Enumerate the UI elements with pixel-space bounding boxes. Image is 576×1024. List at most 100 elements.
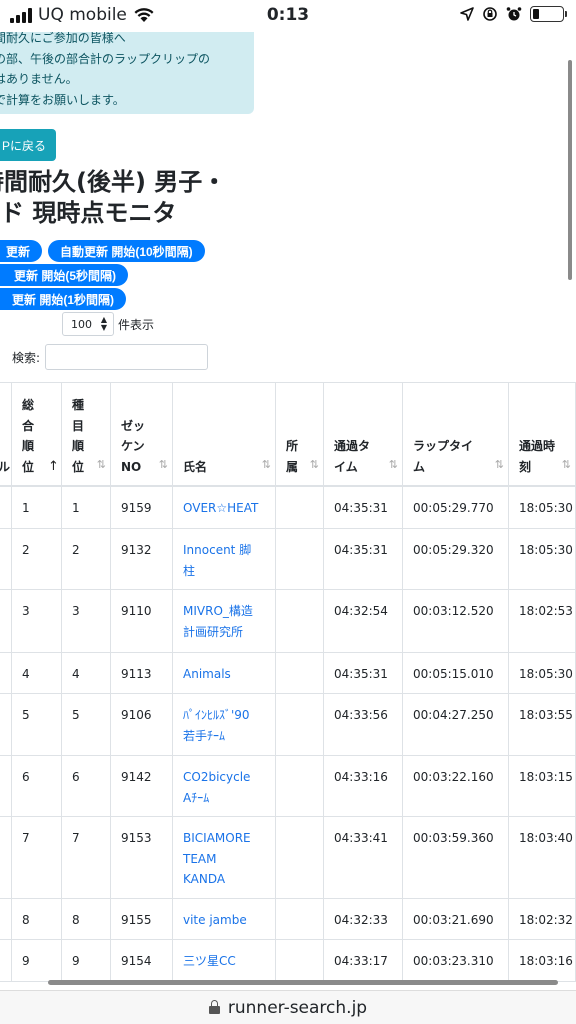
sort-icon: ⇅ (561, 457, 571, 471)
col-bib-cell: 9154 (111, 940, 173, 981)
col-rank-label-cell (0, 653, 12, 693)
col-affiliation-header[interactable]: 所 属 ⇅ (276, 383, 324, 487)
sort-icon: ⇅ (388, 457, 398, 471)
col-event-rank-cell: 7 (62, 817, 111, 898)
notice-line: 載はありません。 (0, 72, 78, 86)
col-bib-header[interactable]: ゼッ ケン NO ⇅ (111, 383, 173, 487)
col-name-cell[interactable]: Animals (173, 653, 276, 693)
table-row: 8 8 9155 vite jambe 04:32:33 00:03:21.690 18:0… (0, 899, 576, 940)
col-pass-time-cell: 04:33:17 (324, 940, 403, 981)
header-label: 総 合 順 位 (22, 398, 35, 474)
col-lap-time-cell: 00:05:15.010 (403, 653, 509, 693)
col-lap-time-cell: 00:05:29.770 (403, 487, 509, 528)
col-overall-rank-cell: 9 (12, 940, 62, 981)
auto-refresh-1s-button[interactable]: 更新 開始(1秒間隔) (0, 288, 126, 310)
col-overall-rank-header[interactable]: 総 合 順 位 ↑ (12, 383, 62, 487)
sort-icon: ⇅ (494, 457, 504, 471)
page-title-line2: ード 現時点モニタ (0, 199, 177, 227)
col-pass-clock-cell: 18:03:15 (509, 756, 576, 816)
col-name-cell[interactable]: MIVRO_構造 計画研究所 (173, 590, 276, 652)
col-name-header[interactable]: 氏名 ⇅ (173, 383, 276, 487)
horizontal-scrollbar[interactable] (48, 980, 558, 985)
col-affiliation-cell (276, 817, 324, 898)
col-pass-clock-cell: 18:05:30 (509, 529, 576, 589)
select-arrows-icon: ▲ ▼ (100, 315, 107, 332)
col-pass-time-header[interactable]: 通過タ イム ⇅ (324, 383, 403, 487)
vertical-scrollbar[interactable] (568, 60, 572, 280)
col-bib-cell: 9110 (111, 590, 173, 652)
col-pass-clock-cell: 18:03:40 (509, 817, 576, 898)
lock-icon (208, 999, 220, 1014)
sort-icon: ⇅ (96, 457, 106, 471)
sort-icon: ⇅ (309, 457, 319, 471)
col-name-cell[interactable]: CO2bicycle Aﾁｰﾑ (173, 756, 276, 816)
col-lap-time-cell: 00:03:12.520 (403, 590, 509, 652)
col-overall-rank-cell: 2 (12, 529, 62, 589)
page-title-line1: 時間耐久(後半) 男子・ (0, 168, 227, 196)
col-rank-label-cell (0, 694, 12, 755)
col-pass-clock-cell: 18:03:55 (509, 694, 576, 755)
header-label: ゼッ ケン NO (121, 418, 146, 474)
col-overall-rank-cell: 5 (12, 694, 62, 755)
stop-refresh-button[interactable]: 」更新 (0, 240, 42, 262)
sort-icon: ⇅ (158, 457, 168, 471)
col-event-rank-cell: 4 (62, 653, 111, 693)
col-pass-time-cell: 04:35:31 (324, 487, 403, 528)
table-row: 3 3 9110 MIVRO_構造 計画研究所 04:32:54 00:03:12.520… (0, 590, 576, 653)
table-row: 2 2 9132 Innocent 脚 柱 04:35:31 00:05:29.320 18… (0, 529, 576, 590)
col-lap-time-cell: 00:04:27.250 (403, 694, 509, 755)
col-event-rank-cell: 1 (62, 487, 111, 528)
notice-line: 前の部、午後の部合計のラップクリップの (0, 51, 211, 66)
col-event-rank-header[interactable]: 種 目 順 位 ⇅ (62, 383, 111, 487)
col-name-cell[interactable]: 三ツ星CC (173, 940, 276, 981)
col-event-rank-cell: 8 (62, 899, 111, 939)
col-pass-time-cell: 04:33:56 (324, 694, 403, 755)
col-affiliation-cell (276, 487, 324, 528)
search-label: 検索: (12, 351, 41, 365)
col-pass-clock-cell: 18:02:53 (509, 590, 576, 652)
col-name-cell[interactable]: OVER☆HEAT (173, 487, 276, 528)
col-name-cell[interactable]: BICIAMORE TEAM KANDA (173, 817, 276, 898)
col-name-cell[interactable]: vite jambe (173, 899, 276, 939)
table-row: 6 6 9142 CO2bicycle Aﾁｰﾑ 04:33:16 00:03:22.16… (0, 756, 576, 817)
col-name-cell[interactable]: ﾊﾟｲﾝﾋﾙｽﾞ'90 若手ﾁｰﾑ (173, 694, 276, 755)
auto-refresh-5s-button[interactable]: 更新 開始(5秒間隔) (0, 264, 128, 286)
auto-refresh-10s-button[interactable]: 自動更新 開始(10秒間隔) (48, 240, 205, 262)
col-affiliation-cell (276, 653, 324, 693)
col-lap-time-cell: 00:05:29.320 (403, 529, 509, 589)
col-pass-time-cell: 04:33:16 (324, 756, 403, 816)
col-lap-time-cell: 00:03:23.310 (403, 940, 509, 981)
col-affiliation-cell (276, 529, 324, 589)
header-label: 所 属 (286, 439, 299, 474)
col-pass-clock-header[interactable]: 通過時 刻 ⇅ (509, 383, 576, 487)
col-rank-label-cell (0, 817, 12, 898)
col-rank-label-header[interactable]: ル (0, 383, 12, 487)
table-row: 9 9 9154 三ツ星CC 04:33:17 00:03:23.310 18:03:16 (0, 940, 576, 982)
col-bib-cell: 9155 (111, 899, 173, 939)
col-name-cell[interactable]: Innocent 脚 柱 (173, 529, 276, 589)
col-overall-rank-cell: 8 (12, 899, 62, 939)
col-pass-time-cell: 04:32:33 (324, 899, 403, 939)
url-bar[interactable]: runner-search.jp (0, 990, 576, 1024)
col-lap-time-cell: 00:03:21.690 (403, 899, 509, 939)
col-event-rank-cell: 6 (62, 756, 111, 816)
header-label: 氏名 (183, 459, 208, 474)
notice-line: 自で計算をお願いします。 (0, 92, 125, 107)
col-bib-cell: 9106 (111, 694, 173, 755)
col-overall-rank-cell: 6 (12, 756, 62, 816)
status-bar: UQ mobile 0:13 (0, 0, 576, 32)
col-pass-clock-cell: 18:05:30 (509, 487, 576, 528)
results-table: ル総 合 順 位 ↑ 種 目 順 位 ⇅ ゼッ ケン NO ⇅ 氏名 ⇅ 所 属 ⇅ 通過タ イム ⇅… (0, 382, 576, 982)
col-rank-label-cell (0, 899, 12, 939)
battery-icon (530, 6, 567, 22)
col-affiliation-cell (276, 590, 324, 652)
col-event-rank-cell: 9 (62, 940, 111, 981)
page-length-select[interactable]: 100 ▲ ▼ (62, 312, 114, 336)
col-pass-clock-cell: 18:03:16 (509, 940, 576, 981)
location-arrow-icon (460, 7, 474, 21)
col-lap-time-header[interactable]: ラップタイ ム ⇅ (403, 383, 509, 487)
col-bib-cell: 9142 (111, 756, 173, 816)
back-to-top-button[interactable]: Pに戻る (0, 129, 56, 161)
search-input[interactable] (45, 344, 208, 370)
col-bib-cell: 9153 (111, 817, 173, 898)
